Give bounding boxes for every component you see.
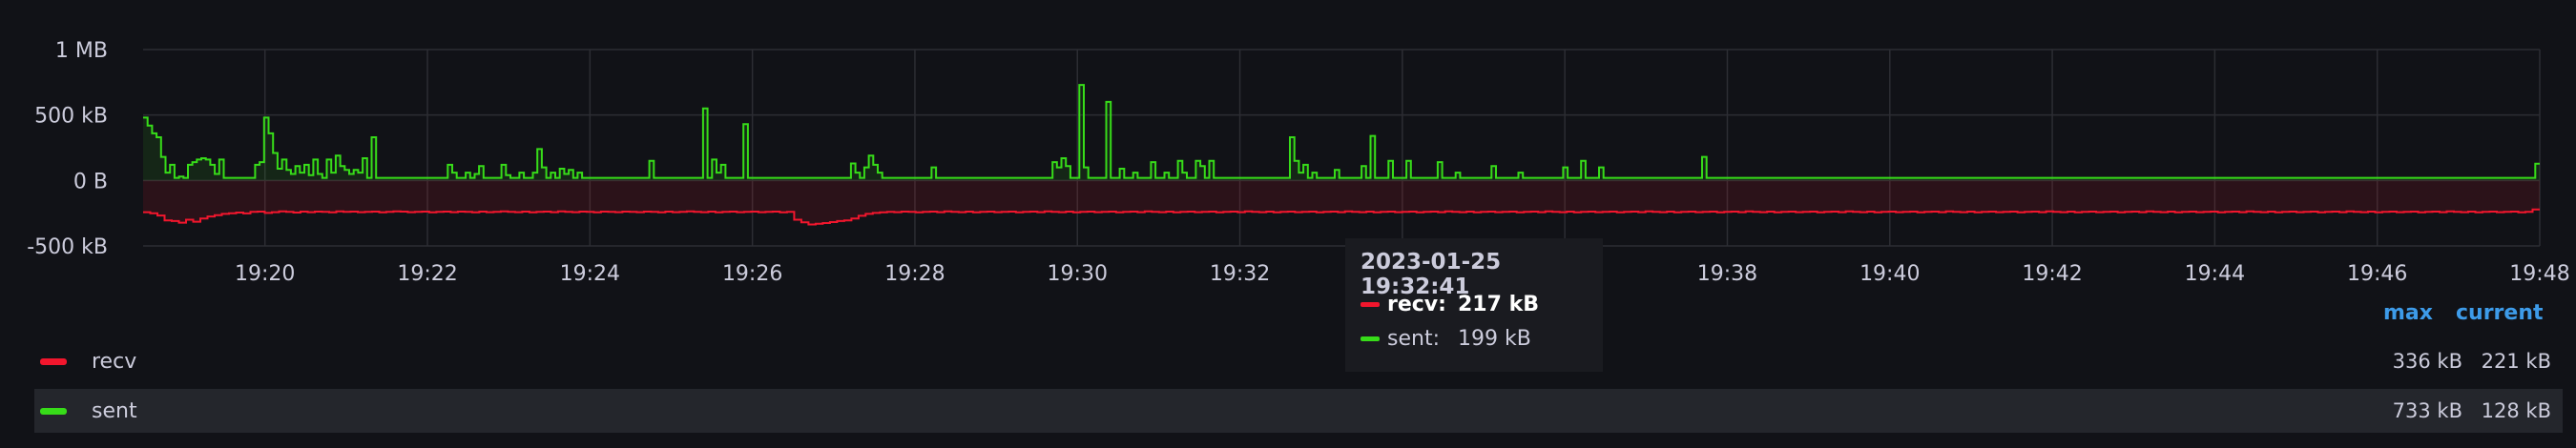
x-tick-label: 19:42 xyxy=(2022,262,2082,286)
tooltip-row-sent: sent: 199 kB xyxy=(1361,324,1531,353)
sent-area xyxy=(143,85,2540,181)
x-tick-label: 19:44 xyxy=(2185,262,2245,286)
x-tick-label: 19:24 xyxy=(560,262,620,286)
x-tick-label: 19:26 xyxy=(722,262,782,286)
legend-series-name[interactable]: sent xyxy=(92,399,137,423)
legend-max-value: 336 kB xyxy=(2392,350,2462,373)
timeseries-chart[interactable]: 1 MB 500 kB 0 B -500 kB 19:20 19:22 19:24 19:26… xyxy=(0,0,2576,286)
y-tick-label: 500 kB xyxy=(34,105,108,129)
recv-color-swatch xyxy=(40,357,67,365)
tooltip-label: recv: xyxy=(1387,292,1446,316)
y-tick-label: 1 MB xyxy=(55,39,108,63)
sent-line xyxy=(143,84,2540,179)
recv-area xyxy=(143,180,2540,225)
tooltip-row-recv: recv: 217 kB xyxy=(1361,290,1539,318)
legend-current-value: 221 kB xyxy=(2481,350,2551,373)
x-tick-label: 19:40 xyxy=(1859,262,1920,286)
x-tick-label: 19:38 xyxy=(1697,262,1757,286)
legend-current-value: 128 kB xyxy=(2481,399,2551,422)
legend-series-name[interactable]: recv xyxy=(92,350,136,374)
tooltip-label: sent: xyxy=(1387,326,1440,351)
legend-max-value: 733 kB xyxy=(2392,399,2462,422)
x-tick-label: 19:22 xyxy=(397,262,457,286)
legend-header-current[interactable]: current xyxy=(2456,301,2544,325)
legend-header-max[interactable]: max xyxy=(2383,301,2433,325)
y-tick-label: 0 B xyxy=(73,170,108,193)
hover-tooltip: 2023-01-25 19:32:41 recv: 217 kB sent: 1… xyxy=(1345,238,1603,372)
sent-color-swatch xyxy=(1361,336,1380,341)
x-tick-label: 19:20 xyxy=(235,262,295,286)
legend-row-recv[interactable]: recv 336 kB 221 kB xyxy=(34,339,2563,383)
sent-color-swatch xyxy=(40,407,67,415)
x-tick-label: 19:48 xyxy=(2509,262,2569,286)
y-tick-label: -500 kB xyxy=(27,235,108,259)
tooltip-value: 217 kB xyxy=(1458,292,1539,316)
tooltip-value: 199 kB xyxy=(1458,326,1531,351)
x-tick-label: 19:32 xyxy=(1210,262,1270,286)
x-tick-label: 19:28 xyxy=(884,262,945,286)
recv-color-swatch xyxy=(1361,301,1380,307)
x-tick-label: 19:30 xyxy=(1048,262,1108,286)
legend-row-sent[interactable]: sent 733 kB 128 kB xyxy=(34,389,2563,433)
recv-line xyxy=(143,208,2540,226)
x-tick-label: 19:46 xyxy=(2347,262,2407,286)
